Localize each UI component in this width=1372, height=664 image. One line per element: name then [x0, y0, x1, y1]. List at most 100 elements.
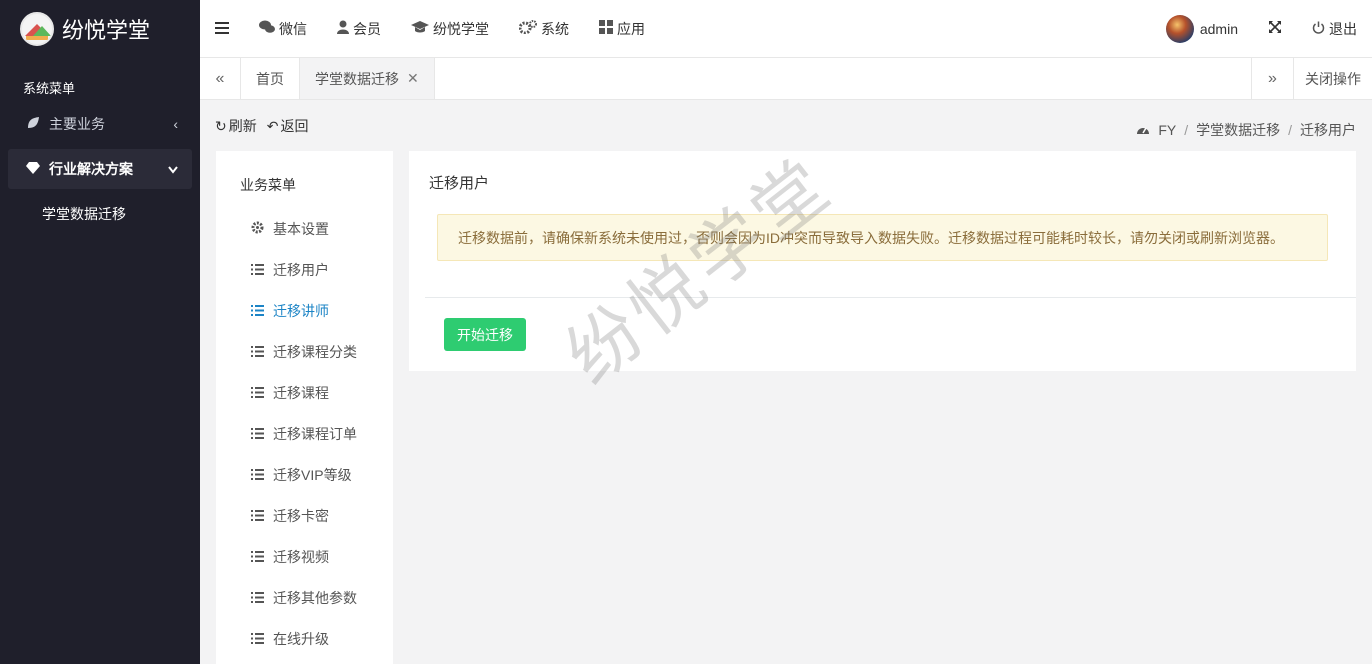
menu-item-label: 迁移课程订单 [273, 425, 357, 442]
logo-icon [20, 12, 54, 46]
refresh-button[interactable]: ↻ 刷新 [215, 116, 257, 136]
list-icon [250, 549, 264, 565]
warning-alert: 迁移数据前，请确保新系统未使用过，否则会因为ID冲突而导致导入数据失败。迁移数据… [437, 214, 1328, 261]
expand-icon [1268, 20, 1282, 37]
menu-item-migrate-users[interactable]: 迁移用户 [216, 249, 393, 290]
back-button[interactable]: ↶ 返回 [267, 116, 309, 136]
nav-label: 应用 [617, 20, 645, 37]
refresh-icon: ↻ [215, 118, 227, 134]
sidebar-item-industry-solutions[interactable]: 行业解决方案 [8, 149, 192, 189]
avatar [1165, 14, 1194, 43]
menu-item-label: 迁移用户 [273, 261, 329, 278]
breadcrumb-item[interactable]: 学堂数据迁移 [1196, 120, 1280, 140]
double-chevron-left-icon: « [215, 69, 225, 87]
breadcrumb-item[interactable]: FY [1158, 122, 1176, 138]
topbar: 微信 会员 纷悦学堂 系统 应用 admin 退出 [200, 0, 1372, 58]
back-label: 返回 [280, 118, 309, 134]
migration-panel: 迁移用户 迁移数据前，请确保新系统未使用过，否则会因为ID冲突而导致导入数据失败… [409, 151, 1356, 371]
start-migration-button[interactable]: 开始迁移 [444, 318, 526, 351]
sidebar: 纷悦学堂 系统菜单 主要业务 ‹ 行业解决方案 学堂数据迁移 [0, 0, 200, 664]
menu-item-label: 迁移其他参数 [273, 589, 357, 606]
nav-label: 纷悦学堂 [433, 20, 489, 37]
menu-item-basic-settings[interactable]: 基本设置 [216, 208, 393, 249]
menu-item-migrate-other-params[interactable]: 迁移其他参数 [216, 577, 393, 618]
breadcrumb-separator: / [1184, 122, 1189, 138]
breadcrumb-separator: / [1288, 122, 1292, 138]
menu-item-label: 迁移讲师 [273, 302, 329, 319]
sidebar-item-label: 行业解决方案 [49, 161, 133, 177]
tabs-scroll-left-button[interactable]: « [200, 58, 241, 99]
fullscreen-button[interactable] [1253, 0, 1297, 58]
menu-item-label: 在线升级 [273, 630, 329, 647]
username: admin [1199, 20, 1238, 37]
menu-item-label: 迁移视频 [273, 548, 329, 565]
nav-wechat[interactable]: 微信 [244, 0, 322, 58]
nav-label: 系统 [541, 20, 569, 37]
tab-label: 学堂数据迁移 [315, 70, 399, 87]
sidebar-item-label: 主要业务 [49, 116, 105, 132]
chevron-left-icon: ‹ [173, 116, 178, 132]
list-icon [250, 467, 264, 483]
menu-item-migrate-course-orders[interactable]: 迁移课程订单 [216, 413, 393, 454]
list-icon [250, 262, 264, 278]
close-operations-button[interactable]: 关闭操作 [1294, 58, 1372, 99]
hamburger-icon [215, 21, 229, 37]
tab-home[interactable]: 首页 [241, 58, 300, 99]
menu-item-label: 迁移课程 [273, 384, 329, 401]
close-icon[interactable]: ✕ [407, 70, 419, 87]
reply-icon: ↶ [266, 118, 279, 134]
th-large-icon [599, 20, 613, 37]
menu-header: 系统菜单 [23, 81, 76, 96]
menu-item-migrate-course-categories[interactable]: 迁移课程分类 [216, 331, 393, 372]
cogs-icon [518, 20, 537, 37]
dashboard-icon [1136, 122, 1150, 138]
logout-label: 退出 [1329, 20, 1357, 37]
list-icon [250, 590, 264, 606]
leaf-icon [25, 116, 41, 133]
sidebar-item-main-business[interactable]: 主要业务 ‹ [0, 104, 200, 144]
user-menu[interactable]: admin [1151, 0, 1253, 58]
brand[interactable]: 纷悦学堂 [0, 0, 200, 58]
page-actions: ↻ 刷新 ↶ 返回 [215, 116, 308, 136]
menu-item-migrate-teachers[interactable]: 迁移讲师 [216, 290, 393, 331]
tab-data-migration[interactable]: 学堂数据迁移 ✕ [300, 58, 435, 99]
graduation-cap-icon [411, 20, 429, 37]
menu-item-label: 迁移课程分类 [273, 343, 357, 360]
breadcrumb-item: 迁移用户 [1300, 122, 1356, 138]
menu-item-migrate-courses[interactable]: 迁移课程 [216, 372, 393, 413]
comments-icon [259, 20, 275, 37]
menu-item-label: 基本设置 [273, 220, 329, 237]
menu-item-migrate-videos[interactable]: 迁移视频 [216, 536, 393, 577]
tabs-scroll-right-button[interactable]: » [1251, 58, 1294, 99]
content-area: ↻ 刷新 ↶ 返回 FY / 学堂数据迁移 / 迁移用户 业务菜单 基本设置 迁移用… [200, 100, 1372, 664]
breadcrumb: FY / 学堂数据迁移 / 迁移用户 [1136, 120, 1356, 140]
menu-item-online-upgrade[interactable]: 在线升级 [216, 618, 393, 659]
menu-toggle-button[interactable] [200, 0, 244, 58]
refresh-label: 刷新 [228, 118, 257, 134]
list-icon [250, 631, 264, 647]
nav-apps[interactable]: 应用 [584, 0, 660, 58]
nav-school[interactable]: 纷悦学堂 [396, 0, 504, 58]
nav-system[interactable]: 系统 [504, 0, 584, 58]
power-icon [1312, 21, 1325, 37]
nav-label: 会员 [353, 20, 381, 37]
chevron-down-icon [168, 161, 178, 177]
menu-item-migrate-vip-levels[interactable]: 迁移VIP等级 [216, 454, 393, 495]
list-icon [250, 508, 264, 524]
menu-item-migrate-card-keys[interactable]: 迁移卡密 [216, 495, 393, 536]
sidebar-subitem-data-migration[interactable]: 学堂数据迁移 [0, 194, 200, 234]
brand-name: 纷悦学堂 [62, 18, 151, 43]
logout-button[interactable]: 退出 [1297, 0, 1372, 58]
list-icon [250, 385, 264, 401]
user-icon [337, 20, 349, 37]
tabs-bar: « 首页 学堂数据迁移 ✕ » 关闭操作 [200, 58, 1372, 100]
panel-title: 迁移用户 [429, 175, 490, 192]
tab-label: 首页 [256, 70, 284, 87]
gear-icon [250, 221, 264, 237]
nav-member[interactable]: 会员 [322, 0, 396, 58]
divider [425, 297, 1356, 298]
business-menu-title: 业务菜单 [240, 177, 296, 193]
list-icon [250, 303, 264, 319]
diamond-icon [25, 161, 41, 178]
list-icon [250, 426, 264, 442]
